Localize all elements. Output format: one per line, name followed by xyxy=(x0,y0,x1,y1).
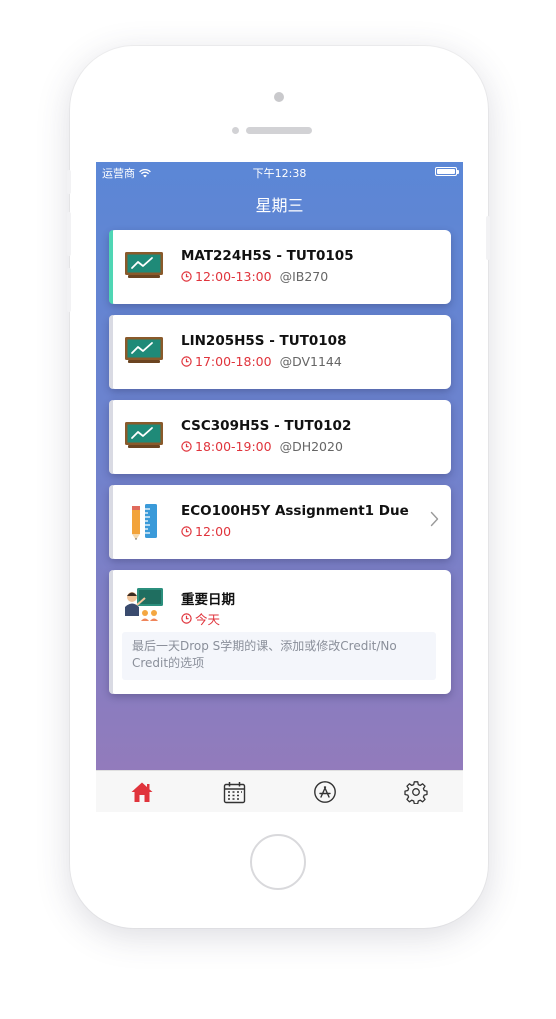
front-sensor xyxy=(274,92,284,102)
assignment-title: ECO100H5Y Assignment1 Due xyxy=(181,503,409,519)
course-meta: 12:00-13:00 @IB270 xyxy=(181,269,328,284)
home-button[interactable] xyxy=(250,834,306,890)
clock-icon xyxy=(181,441,192,452)
chalkboard-icon xyxy=(125,252,163,278)
front-camera xyxy=(232,127,239,134)
time-group: 12:00-13:00 xyxy=(181,269,272,284)
tab-home[interactable] xyxy=(128,778,156,806)
indicator-bar xyxy=(109,570,113,694)
course-meta: 18:00-19:00 @DH2020 xyxy=(181,439,343,454)
event-title: 重要日期 xyxy=(181,592,235,608)
assignment-time: 12:00 xyxy=(195,524,232,539)
tab-calendar[interactable] xyxy=(220,778,248,806)
clock-icon xyxy=(181,356,192,367)
clock-icon xyxy=(181,613,192,624)
course-title: CSC309H5S - TUT0102 xyxy=(181,418,352,434)
battery-icon xyxy=(435,167,459,176)
event-meta: 今天 xyxy=(181,609,220,628)
teacher-presentation-icon xyxy=(125,588,163,621)
course-location: @IB270 xyxy=(279,269,329,284)
time-group: 12:00 xyxy=(181,524,231,539)
time-group: 17:00-18:00 xyxy=(181,354,272,369)
status-time: 下午12:38 xyxy=(252,167,307,180)
indicator-bar xyxy=(109,315,113,389)
app-store-icon xyxy=(314,781,336,803)
home-icon xyxy=(131,782,153,802)
assignment-meta: 12:00 xyxy=(181,524,231,539)
earpiece-speaker xyxy=(246,127,312,134)
status-bar: 运营商 下午12:38 xyxy=(96,162,463,182)
schedule-card-mat224[interactable]: MAT224H5S - TUT0105 12:00-13:00 @IB270 xyxy=(109,230,451,304)
time-group: 18:00-19:00 xyxy=(181,439,272,454)
volume-down-button xyxy=(67,268,71,312)
schedule-card-lin205[interactable]: LIN205H5S - TUT0108 17:00-18:00 @DV1144 xyxy=(109,315,451,389)
calendar-icon xyxy=(223,781,245,803)
course-meta: 17:00-18:00 @DV1144 xyxy=(181,354,342,369)
pencil-ruler-icon xyxy=(132,504,157,540)
course-location: @DH2020 xyxy=(279,439,343,454)
course-title: MAT224H5S - TUT0105 xyxy=(181,248,354,264)
schedule-card-csc309[interactable]: CSC309H5S - TUT0102 18:00-19:00 @DH2020 xyxy=(109,400,451,474)
active-indicator-bar xyxy=(109,230,113,304)
event-note: 最后一天Drop S学期的课、添加或修改Credit/No Credit的选项 xyxy=(122,632,436,680)
time-group: 今天 xyxy=(181,609,220,628)
mute-switch xyxy=(67,170,71,194)
course-time: 12:00-13:00 xyxy=(195,269,272,284)
volume-up-button xyxy=(67,212,71,256)
clock-icon xyxy=(181,526,192,537)
important-date-card[interactable]: 重要日期 今天 最后一天Drop S学期的课、添加或修改Credit/No Cr… xyxy=(109,570,451,694)
chalkboard-icon xyxy=(125,422,163,448)
indicator-bar xyxy=(109,485,113,559)
page-title: 星期三 xyxy=(255,196,304,215)
tab-apps[interactable] xyxy=(311,778,339,806)
clock-icon xyxy=(181,271,192,282)
course-title: LIN205H5S - TUT0108 xyxy=(181,333,347,349)
course-time: 17:00-18:00 xyxy=(195,354,272,369)
tab-bar xyxy=(96,770,463,812)
assignment-card-eco100[interactable]: ECO100H5Y Assignment1 Due 12:00 xyxy=(109,485,451,559)
chalkboard-icon xyxy=(125,337,163,363)
event-time: 今天 xyxy=(195,612,221,627)
indicator-bar xyxy=(109,400,113,474)
course-location: @DV1144 xyxy=(279,354,342,369)
settings-gear-icon xyxy=(404,781,428,804)
app-screen: 运营商 下午12:38 星期三 MAT224H5S - TUT0105 12:0… xyxy=(96,162,463,812)
course-time: 18:00-19:00 xyxy=(195,439,272,454)
chevron-right-icon[interactable] xyxy=(430,511,439,527)
power-button xyxy=(486,216,490,260)
tab-settings[interactable] xyxy=(402,778,430,806)
